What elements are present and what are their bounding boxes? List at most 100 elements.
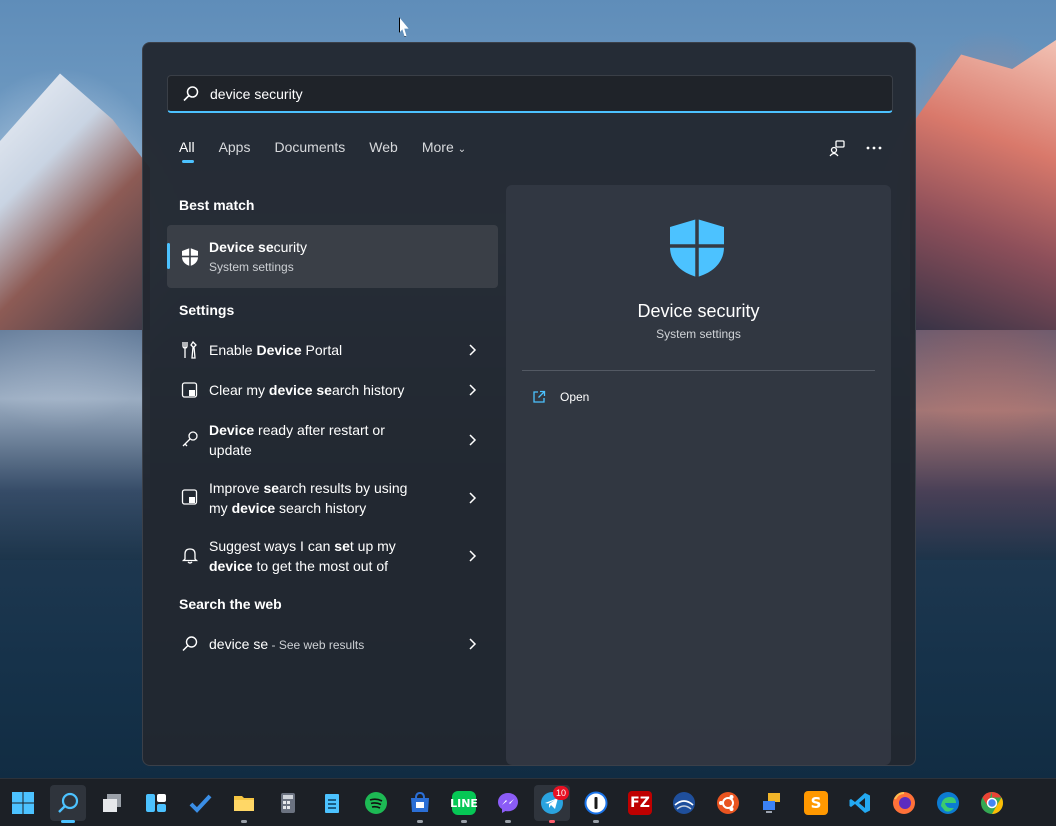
taskbar-task-view[interactable]: [94, 785, 130, 821]
shield-icon: [182, 248, 198, 266]
wallpaper-mountain-left: [0, 73, 150, 330]
settings-item-clear-history[interactable]: Clear my device search history: [167, 380, 498, 400]
settings-item-label: Enable Device Portal: [209, 340, 429, 360]
taskbar-search-button[interactable]: [50, 785, 86, 823]
settings-item-text-segment: arch history: [331, 382, 405, 398]
tab-documents[interactable]: Documents: [274, 139, 345, 163]
search-icon: [183, 85, 199, 101]
settings-item-text-segment: Portal: [301, 342, 343, 358]
settings-item-text-segment: Enable: [209, 342, 257, 358]
taskbar-store[interactable]: [402, 785, 438, 823]
tab-web[interactable]: Web: [369, 139, 398, 163]
developer-tools-icon: [182, 341, 197, 359]
open-action-label: Open: [560, 390, 590, 404]
search-box[interactable]: [167, 75, 893, 113]
web-result-query: device se: [209, 636, 269, 652]
active-indicator: [61, 820, 75, 823]
vscode-icon: [849, 793, 870, 813]
web-result-suffix: - See web results: [268, 638, 365, 652]
settings-item-text-segment: device: [268, 382, 313, 398]
firefox-icon: [893, 792, 915, 814]
taskbar-line[interactable]: LINE: [446, 785, 482, 823]
settings-item-text-segment: se: [334, 538, 350, 554]
web-result-label: device se - See web results: [209, 634, 429, 655]
chrome-icon: [981, 792, 1003, 814]
search-icon: [182, 636, 198, 652]
open-action[interactable]: Open: [532, 390, 589, 404]
taskbar-widgets[interactable]: [138, 785, 174, 821]
tab-apps[interactable]: Apps: [219, 139, 251, 163]
taskbar-chrome[interactable]: [974, 785, 1010, 821]
best-match-item[interactable]: Device security System settings: [167, 225, 498, 288]
notification-badge: 10: [553, 786, 569, 800]
settings-item-text-segment: se: [316, 382, 332, 398]
taskbar-ubuntu[interactable]: [710, 785, 746, 821]
notepad-icon: [325, 794, 339, 813]
tab-documents-label: Documents: [274, 139, 346, 155]
start-button[interactable]: [5, 785, 41, 821]
search-history-icon: [181, 489, 198, 505]
chevron-right-icon: [469, 638, 477, 650]
section-search-web: Search the web: [179, 596, 282, 612]
mouse-cursor-icon: [399, 17, 409, 37]
tab-more[interactable]: More ⌄: [422, 139, 466, 163]
taskbar-spotify[interactable]: [358, 785, 394, 821]
settings-item-suggest-ways[interactable]: Suggest ways I can set up my device to g…: [167, 536, 498, 576]
running-indicator: [417, 820, 423, 823]
taskbar: LINE 10 FZ S: [0, 778, 1056, 826]
running-indicator: [593, 820, 599, 823]
taskbar-edge[interactable]: [930, 785, 966, 821]
taskbar-notepad[interactable]: [314, 785, 350, 821]
settings-item-device-portal[interactable]: Enable Device Portal: [167, 340, 498, 360]
taskbar-file-explorer[interactable]: [226, 785, 262, 823]
chevron-right-icon: [469, 434, 477, 446]
chevron-right-icon: [469, 492, 477, 504]
settings-item-text-segment: t up my: [349, 538, 396, 554]
taskbar-calculator[interactable]: [270, 785, 306, 821]
taskbar-sublime[interactable]: S: [798, 785, 834, 821]
best-match-subtitle: System settings: [209, 260, 294, 274]
sublime-text-icon: S: [804, 791, 828, 815]
password-manager-icon: [584, 791, 608, 815]
taskbar-messenger[interactable]: [490, 785, 526, 823]
widgets-icon: [146, 794, 166, 812]
preview-pane: Device security System settings Open: [506, 185, 891, 765]
settings-item-text-segment: Suggest ways I can: [209, 538, 335, 554]
section-settings: Settings: [179, 302, 235, 318]
more-options-icon[interactable]: [865, 139, 883, 157]
taskbar-browser-globe[interactable]: [666, 785, 702, 821]
settings-item-label: Clear my device search history: [209, 380, 429, 400]
taskbar-todo[interactable]: [182, 785, 218, 821]
taskbar-1password[interactable]: [578, 785, 614, 823]
calculator-icon: [281, 793, 295, 813]
taskbar-firefox[interactable]: [886, 785, 922, 821]
account-switch-icon[interactable]: [829, 139, 847, 157]
web-result-item[interactable]: device se - See web results: [167, 634, 498, 654]
wallpaper-reflection-left: [0, 330, 150, 560]
edge-icon: [937, 792, 959, 814]
search-history-icon: [181, 382, 198, 398]
settings-item-text-segment: Clear my: [209, 382, 269, 398]
search-icon: [58, 792, 79, 813]
wallpaper-mountain-right: [910, 40, 1056, 330]
best-match-title: Device security: [209, 239, 307, 255]
spotify-icon: [365, 792, 387, 814]
running-indicator: [241, 820, 247, 823]
taskbar-remote-desktop[interactable]: [754, 785, 790, 821]
search-flyout: All Apps Documents Web More⌄ Best match …: [142, 42, 916, 766]
preview-title: Device security: [637, 301, 760, 321]
settings-item-improve-search[interactable]: Improve search results by using my devic…: [167, 478, 498, 518]
taskbar-telegram[interactable]: 10: [534, 785, 570, 823]
tab-all[interactable]: All: [179, 139, 195, 163]
taskbar-filezilla[interactable]: FZ: [622, 785, 658, 821]
search-input[interactable]: [210, 85, 810, 102]
settings-item-device-ready[interactable]: Device ready after restart or update: [167, 420, 498, 460]
settings-item-text-segment: device: [231, 500, 276, 516]
taskbar-vscode[interactable]: [842, 785, 878, 821]
line-app-icon: LINE: [450, 791, 478, 815]
section-best-match: Best match: [179, 197, 255, 213]
preview-divider: [522, 370, 875, 371]
tab-web-label: Web: [369, 139, 398, 155]
store-bag-icon: [411, 791, 429, 812]
settings-item-label: Suggest ways I can set up my device to g…: [209, 536, 429, 576]
